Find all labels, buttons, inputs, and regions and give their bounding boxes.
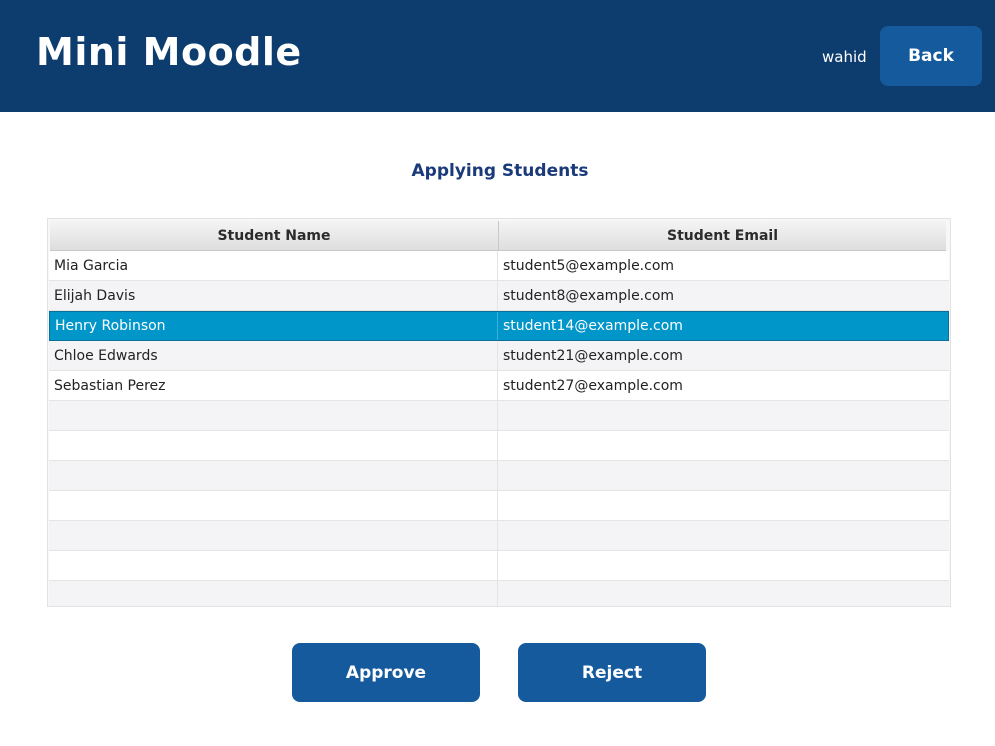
app-title: Mini Moodle: [36, 30, 302, 74]
reject-button[interactable]: Reject: [518, 643, 706, 702]
student-name-cell: Sebastian Perez: [49, 371, 498, 400]
students-table[interactable]: Student Name Student Email Mia Garcia st…: [47, 218, 951, 607]
app-header: Mini Moodle wahid Back: [0, 0, 995, 112]
empty-table-row: [49, 521, 949, 551]
empty-cell: [49, 491, 498, 520]
column-header-student-name[interactable]: Student Name: [50, 221, 499, 250]
column-header-student-email[interactable]: Student Email: [499, 221, 946, 250]
empty-table-row: [49, 551, 949, 581]
student-email-cell: student8@example.com: [503, 287, 675, 304]
back-button[interactable]: Back: [880, 26, 982, 86]
student-email-cell: student27@example.com: [503, 377, 683, 394]
empty-cell: [498, 431, 949, 460]
empty-table-row: [49, 491, 949, 521]
empty-cell: [498, 491, 949, 520]
table-row[interactable]: Sebastian Perez student27@example.com: [49, 371, 949, 401]
empty-cell: [498, 581, 949, 606]
empty-cell: [498, 401, 949, 430]
table-row[interactable]: Chloe Edwards student21@example.com: [49, 341, 949, 371]
empty-cell: [49, 521, 498, 550]
empty-cell: [49, 551, 498, 580]
empty-cell: [49, 431, 498, 460]
empty-cell: [498, 461, 949, 490]
empty-cell: [49, 401, 498, 430]
student-email-cell: student5@example.com: [503, 257, 675, 274]
table-row[interactable]: Mia Garcia student5@example.com: [49, 251, 949, 281]
empty-cell: [498, 521, 949, 550]
username-label: wahid: [822, 48, 867, 66]
empty-cell: [498, 551, 949, 580]
table-body: Mia Garcia student5@example.com Elijah D…: [49, 251, 949, 606]
empty-table-row: [49, 431, 949, 461]
empty-table-row: [49, 461, 949, 491]
table-row-selected[interactable]: Henry Robinson student14@example.com: [49, 311, 949, 341]
student-name-cell: Elijah Davis: [49, 281, 498, 310]
student-email-cell: student14@example.com: [503, 318, 683, 334]
empty-cell: [49, 461, 498, 490]
student-name-cell: Mia Garcia: [49, 251, 498, 280]
table-row[interactable]: Elijah Davis student8@example.com: [49, 281, 949, 311]
student-name-cell: Henry Robinson: [50, 312, 498, 340]
empty-table-row: [49, 581, 949, 606]
empty-table-row: [49, 401, 949, 431]
student-email-cell: student21@example.com: [503, 347, 683, 364]
table-header: Student Name Student Email: [50, 221, 946, 251]
student-name-cell: Chloe Edwards: [49, 341, 498, 370]
empty-cell: [49, 581, 498, 606]
section-title: Applying Students: [411, 161, 589, 181]
approve-button[interactable]: Approve: [292, 643, 480, 702]
